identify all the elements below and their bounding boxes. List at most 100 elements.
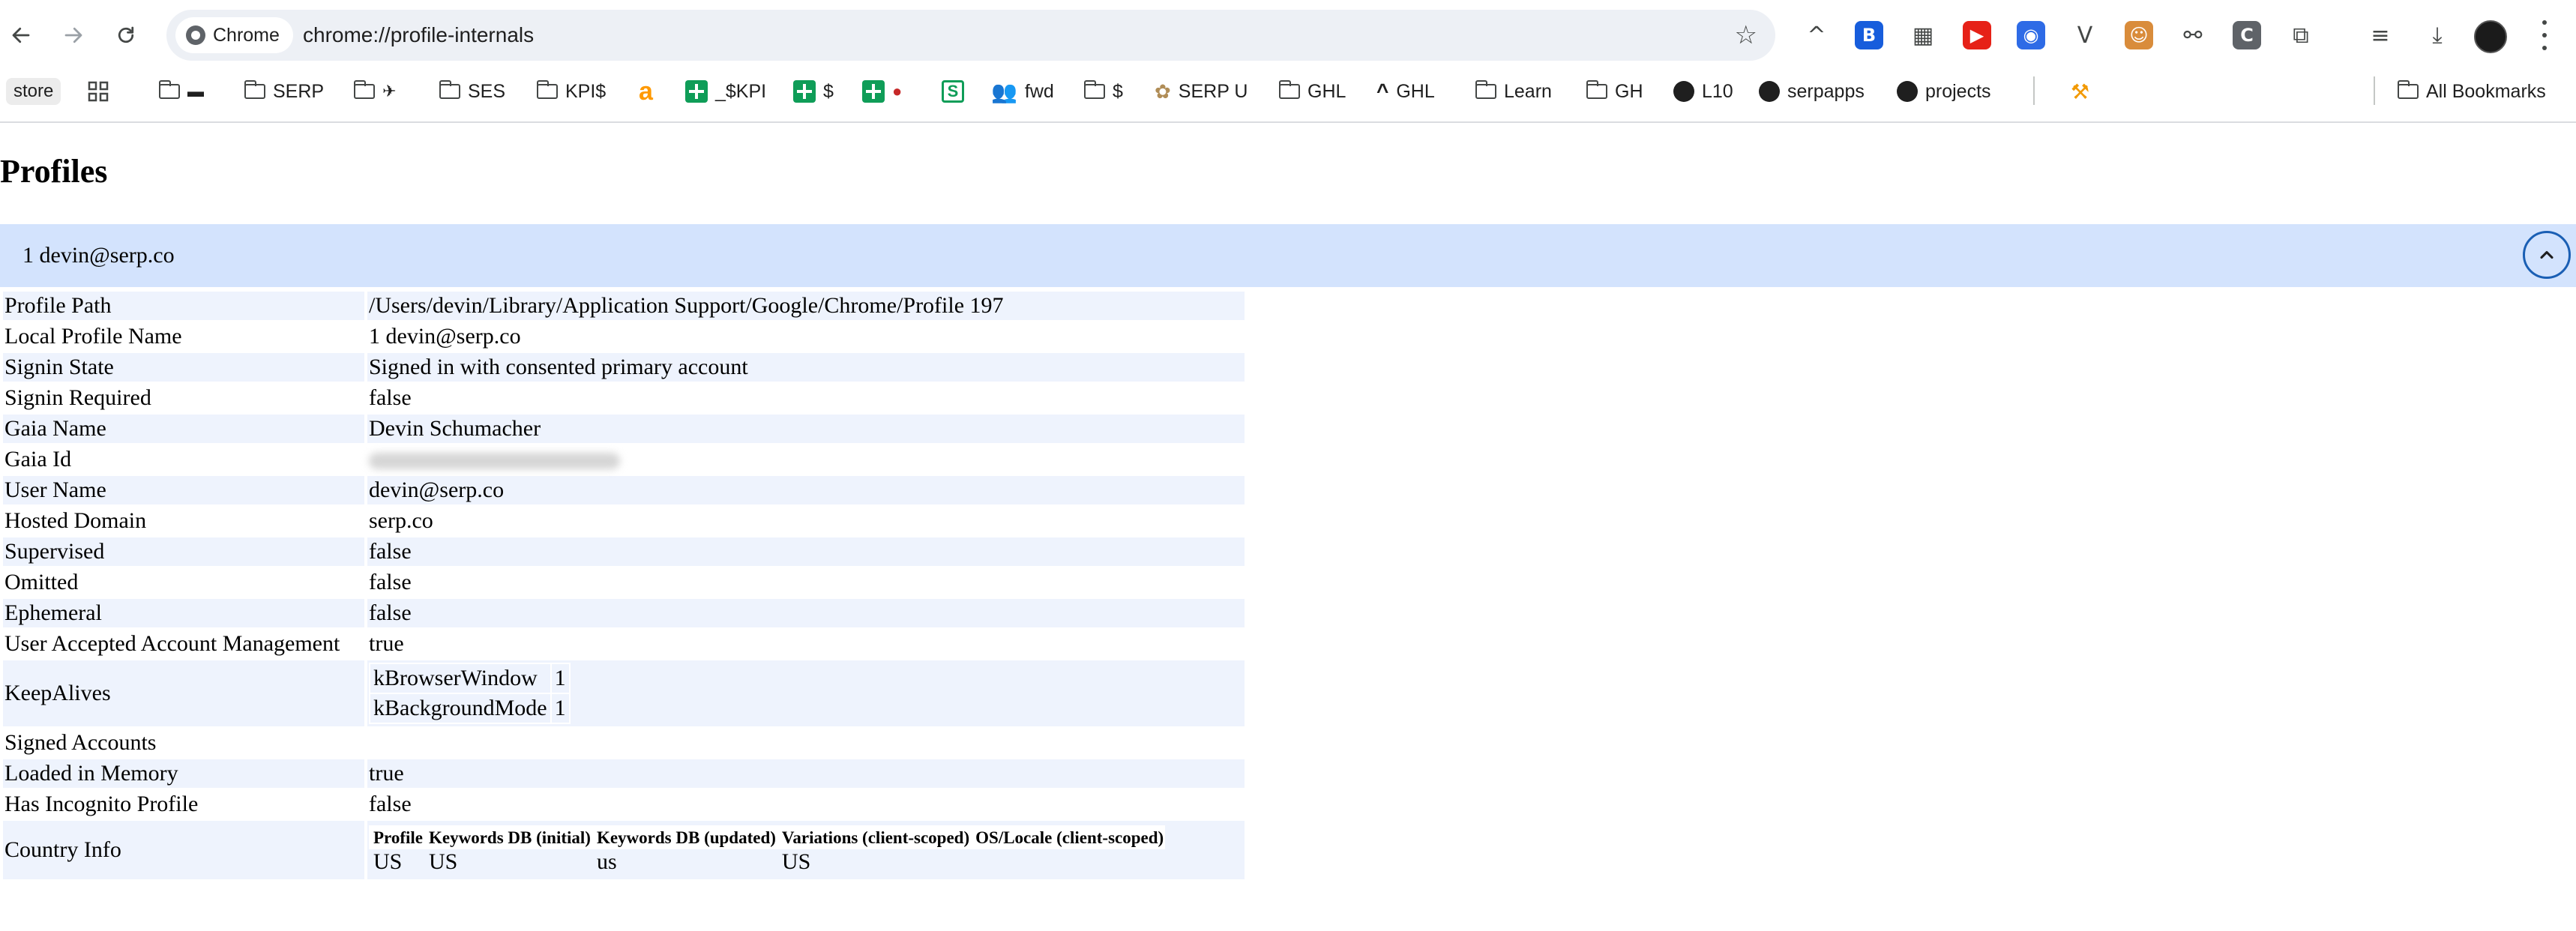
caret-up-icon[interactable]: ^ — [1802, 21, 1831, 49]
country-info-header: Profile — [369, 825, 424, 849]
chrome-menu-icon[interactable] — [2531, 16, 2558, 54]
info-value: /Users/devin/Library/Application Support… — [367, 292, 1245, 320]
bookmark-folder-rocket[interactable]: ✈ — [353, 78, 396, 105]
link-extension-icon[interactable]: ⚯ — [2179, 21, 2207, 49]
info-value — [367, 729, 1245, 757]
bookmark-star-icon[interactable]: ☆ — [1735, 21, 1757, 49]
bookmark-ghl[interactable]: ^ GHL — [1376, 78, 1435, 105]
info-key: Signed Accounts — [4, 730, 157, 755]
download-icon[interactable]: ⤓ — [2423, 21, 2452, 49]
info-value: serp.co — [369, 508, 433, 533]
bookmark-hammer[interactable]: ⚒ — [2071, 78, 2089, 105]
reload-icon — [118, 26, 134, 43]
info-row: Has Incognito Profile false — [3, 790, 1245, 819]
bookmark-learn[interactable]: Learn — [1475, 78, 1552, 105]
folder-icon — [1586, 80, 1607, 99]
apps-grid-icon[interactable] — [87, 78, 109, 105]
collapse-button[interactable] — [2523, 231, 2571, 279]
profile-header-label: 1 devin@serp.co — [22, 243, 175, 268]
reload-button[interactable] — [105, 14, 147, 56]
keepalive-count: 1 — [551, 694, 569, 723]
country-info-value: us — [592, 849, 777, 875]
v-extension-icon[interactable]: V — [2071, 21, 2099, 49]
info-key: Gaia Id — [4, 447, 72, 471]
bookmark-serp[interactable]: SERP — [244, 78, 324, 105]
bookmark-kpi-sheet[interactable]: _$KPI — [685, 78, 766, 105]
page-content: Profiles 1 devin@serp.co Profile Path/Us… — [0, 123, 2576, 931]
info-key: Profile Path — [3, 292, 364, 320]
country-info-value-row: US US us US — [369, 849, 1166, 875]
info-value: false — [369, 792, 412, 816]
bookmark-store[interactable]: store — [6, 78, 61, 105]
info-key: Country Info — [3, 821, 364, 879]
qr-code-icon[interactable]: ▦ — [1909, 21, 1937, 49]
country-info-value: US — [424, 849, 592, 875]
info-value: false — [369, 385, 412, 410]
profile-header[interactable]: 1 devin@serp.co — [0, 224, 2576, 287]
forward-button[interactable] — [52, 14, 94, 56]
bookmark-l10[interactable]: L10 — [1673, 78, 1733, 105]
country-info-header: Keywords DB (updated) — [592, 825, 777, 849]
folder-icon — [2397, 80, 2419, 99]
country-info-table: Profile Keywords DB (initial) Keywords DB … — [369, 825, 1166, 875]
profile-info-table: Profile Path/Users/devin/Library/Applica… — [0, 289, 1248, 882]
info-row: Signin State Signed in with consented pri… — [3, 353, 1245, 382]
info-row: Ephemeral false — [3, 599, 1245, 627]
keepalives-table: kBrowserWindow 1 kBackgroundMode 1 — [369, 663, 571, 724]
blue-circle-extension-icon[interactable]: ◉ — [2017, 21, 2045, 49]
bookmark-s-app[interactable]: S — [942, 78, 964, 105]
bookmark-serpapps[interactable]: serpapps — [1759, 78, 1865, 105]
folder-icon — [439, 80, 460, 99]
url-text[interactable]: chrome://profile-internals — [303, 10, 534, 61]
bookmark-fwd[interactable]: 👥 fwd — [991, 78, 1054, 105]
bookmark-dollar-folder[interactable]: $ — [1083, 78, 1123, 105]
country-info-header-row: Profile Keywords DB (initial) Keywords DB … — [369, 825, 1166, 849]
info-key: Signin State — [3, 353, 364, 382]
amazon-icon: a — [639, 76, 653, 106]
info-value: true — [367, 759, 1245, 788]
all-bookmarks[interactable]: All Bookmarks — [2397, 78, 2546, 105]
bookmark-projects[interactable]: projects — [1897, 78, 1991, 105]
info-value — [367, 445, 1245, 474]
bookmark-kpi[interactable]: KPI$ — [536, 78, 606, 105]
info-value: false — [367, 599, 1245, 627]
bookmark-ghl-folder[interactable]: GHL — [1278, 78, 1346, 105]
chrome-page-chip[interactable]: Chrome — [175, 17, 293, 53]
info-key: User Name — [3, 476, 364, 504]
keepalive-row: kBrowserWindow 1 — [370, 664, 569, 693]
bookmark-ses[interactable]: SES — [439, 78, 505, 105]
profile-avatar[interactable] — [2474, 20, 2507, 53]
bitwarden-icon[interactable]: B — [1855, 21, 1883, 49]
bookmark-serp-u[interactable]: ✿ SERP U — [1155, 78, 1248, 105]
bookmarks-separator — [2374, 76, 2375, 105]
bookmark-gh[interactable]: GH — [1586, 78, 1643, 105]
bookmark-amazon[interactable]: a — [639, 76, 653, 106]
back-button[interactable] — [0, 14, 42, 56]
info-key: Gaia Name — [3, 415, 364, 443]
redacted-gaia-id — [369, 453, 620, 470]
github-icon — [1759, 81, 1780, 102]
info-value: false — [369, 570, 412, 594]
info-key: Loaded in Memory — [3, 759, 364, 788]
bookmark-dollar-sheet[interactable]: $ — [793, 78, 834, 105]
info-value: 1 devin@serp.co — [369, 324, 521, 349]
youtube-icon[interactable]: ▶ — [1963, 21, 1991, 49]
bookmarks-separator — [2033, 76, 2035, 105]
chip-label: Chrome — [213, 24, 280, 46]
info-row: Hosted Domain serp.co — [3, 507, 1245, 535]
bookmark-sheet-flag[interactable]: ● — [862, 78, 902, 105]
reading-list-icon[interactable]: ≡ — [2366, 21, 2395, 49]
cartoon-face-extension-icon[interactable]: ☺ — [2125, 21, 2153, 49]
c-extension-icon[interactable]: C — [2233, 21, 2261, 49]
info-value: Profile Keywords DB (initial) Keywords DB … — [367, 821, 1245, 879]
bookmark-folder-emoji[interactable]: ▬ — [158, 78, 204, 105]
country-info-header: Variations (client-scoped) — [777, 825, 972, 849]
country-info-value: US — [369, 849, 424, 875]
forward-arrow-icon — [64, 27, 82, 43]
puzzle-extensions-icon[interactable]: ⧉ — [2287, 21, 2315, 49]
address-bar[interactable]: Chrome chrome://profile-internals ☆ — [166, 10, 1775, 61]
keepalive-row: kBackgroundMode 1 — [370, 694, 569, 723]
info-value: kBrowserWindow 1 kBackgroundMode 1 — [367, 660, 1245, 726]
country-info-header: Keywords DB (initial) — [424, 825, 592, 849]
folder-icon — [1475, 80, 1496, 99]
